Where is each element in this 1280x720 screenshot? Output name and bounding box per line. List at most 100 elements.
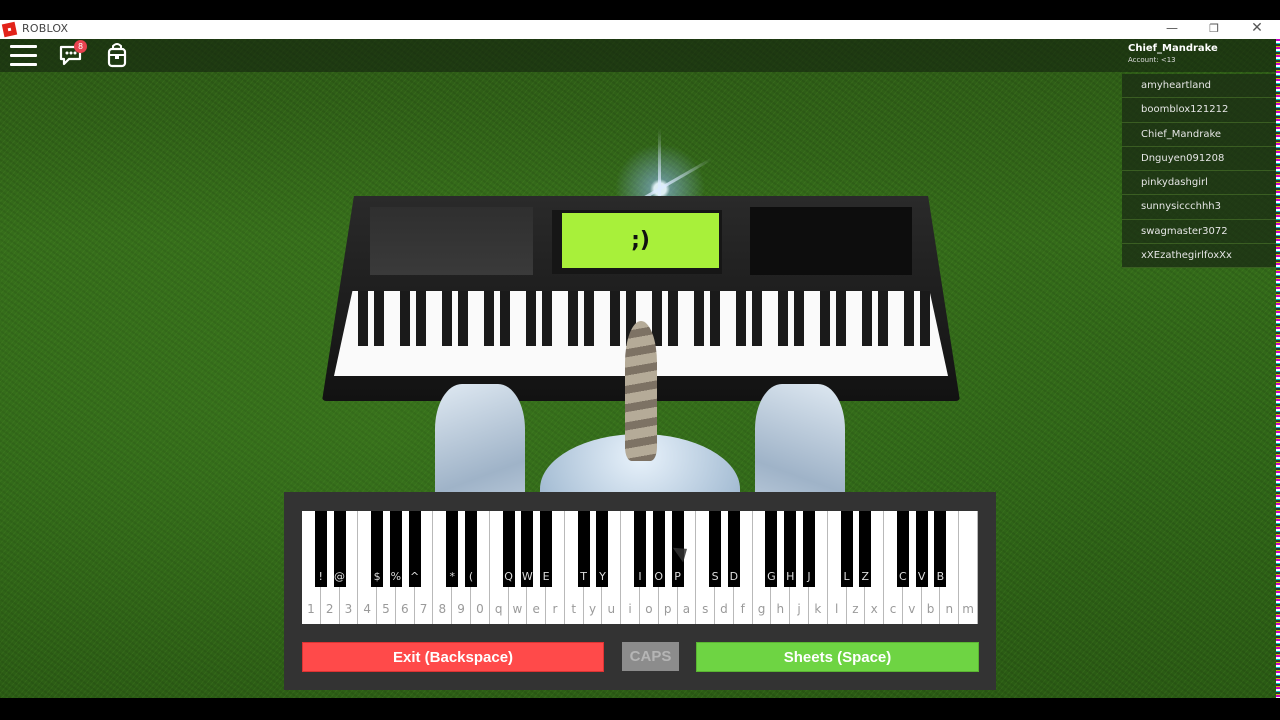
black-key[interactable]: Q — [502, 511, 515, 587]
player-list-item[interactable]: boomblox121212 — [1122, 98, 1276, 123]
black-key-label: O — [654, 570, 664, 583]
white-key-label: 9 — [457, 602, 465, 616]
white-key-label: 1 — [307, 602, 315, 616]
black-key[interactable]: $ — [371, 511, 384, 587]
white-key-label: k — [814, 602, 822, 616]
player-list-item[interactable]: pinkydashgirl — [1122, 171, 1276, 196]
player-name: sunnysiccchhh3 — [1141, 201, 1221, 213]
player-list-item[interactable]: swagmaster3072 — [1122, 219, 1276, 245]
black-key-label: S — [711, 570, 719, 583]
player-name: amyheartland — [1141, 80, 1212, 91]
hamburger-menu-icon[interactable] — [10, 45, 37, 66]
close-button[interactable]: ✕ — [1235, 20, 1279, 39]
black-key[interactable]: B — [934, 511, 947, 587]
player-list-item[interactable]: sunnysiccchhh3 — [1122, 195, 1276, 220]
black-key[interactable]: C — [896, 511, 909, 587]
black-key[interactable]: Z — [859, 511, 872, 587]
white-key-label: n — [945, 602, 954, 616]
white-key-label: 6 — [400, 602, 409, 616]
white-key-label: e — [532, 602, 540, 616]
backpack-icon[interactable] — [107, 42, 127, 68]
avatar-horn — [625, 321, 657, 461]
piano-panel-left — [370, 207, 533, 275]
minimize-button[interactable]: — — [1150, 20, 1194, 39]
black-key[interactable]: ^ — [408, 511, 421, 587]
white-key-label: v — [908, 602, 916, 616]
white-key-label: t — [571, 602, 577, 616]
black-key-label: % — [390, 570, 402, 583]
maximize-button[interactable]: ❐ — [1192, 20, 1236, 39]
player-name: Dnguyen091208 — [1141, 152, 1225, 164]
black-key-label: P — [674, 570, 681, 583]
black-key[interactable]: ! — [314, 511, 327, 587]
black-key[interactable]: D — [727, 511, 740, 587]
black-key[interactable]: O — [652, 511, 665, 587]
black-key[interactable]: E — [540, 511, 553, 587]
white-key-label: r — [552, 602, 558, 616]
player-list-item[interactable]: amyheartland — [1122, 74, 1276, 99]
black-key[interactable]: W — [521, 511, 534, 587]
white-key-label: z — [852, 602, 859, 616]
white-key-label: j — [797, 602, 801, 616]
piano-display: ;) — [562, 213, 719, 268]
black-key[interactable]: V — [915, 511, 928, 587]
piano-panel-right — [750, 207, 912, 275]
exit-button[interactable]: Exit (Backspace) — [302, 642, 604, 672]
player-list-item[interactable]: xXEzathegirlfoxXx — [1122, 244, 1276, 269]
player-list-item[interactable]: Dnguyen091208 — [1122, 146, 1276, 172]
black-key-label: J — [807, 570, 811, 583]
black-key-label: I — [638, 570, 642, 583]
player-name: swagmaster3072 — [1141, 225, 1228, 237]
screen-artifact — [1276, 39, 1280, 698]
black-key[interactable]: J — [803, 511, 815, 587]
black-key[interactable]: ( — [465, 511, 477, 587]
white-key-label: d — [720, 602, 728, 616]
white-key-label: 0 — [476, 602, 484, 616]
player-name: xXEzathegirlfoxXx — [1141, 250, 1232, 262]
black-key-label: Y — [599, 570, 606, 583]
chat-notification-badge: 8 — [74, 40, 87, 53]
white-key-label: h — [776, 602, 785, 616]
game-viewport[interactable]: ;) 8 Chief_Mandrake Account: <13 amyhear… — [0, 39, 1276, 698]
player-list-item[interactable]: Chief_Mandrake — [1122, 122, 1276, 147]
white-key-label: u — [607, 602, 616, 616]
black-key-label: ^ — [410, 570, 420, 583]
white-key-label: 3 — [344, 602, 353, 616]
white-key-label: g — [757, 602, 766, 616]
black-key-label: T — [580, 570, 588, 583]
black-key-label: V — [917, 570, 926, 583]
black-key-label: Z — [861, 570, 870, 583]
white-key-label: x — [870, 602, 878, 616]
black-key-label: B — [936, 570, 945, 583]
black-key[interactable]: Y — [596, 511, 609, 587]
white-key-label: 7 — [419, 602, 428, 616]
black-key[interactable]: I — [634, 511, 646, 587]
white-key-label: 8 — [438, 602, 447, 616]
black-key[interactable]: @ — [333, 511, 346, 587]
black-key-label: ! — [318, 570, 323, 583]
white-key-label: s — [702, 602, 709, 616]
black-key[interactable]: L — [840, 511, 853, 587]
black-key-label: D — [729, 570, 739, 583]
black-key[interactable]: G — [765, 511, 778, 587]
black-key[interactable]: * — [446, 511, 459, 587]
white-key-label: a — [682, 602, 691, 616]
black-key-label: L — [843, 570, 850, 583]
caps-button[interactable]: CAPS — [622, 642, 679, 671]
sheets-button[interactable]: Sheets (Space) — [696, 642, 979, 672]
player-name: pinkydashgirl — [1141, 177, 1208, 189]
black-key[interactable]: H — [784, 511, 797, 587]
player-list: amyheartland boomblox121212 Chief_Mandra… — [1122, 74, 1276, 269]
top-bar: 8 Chief_Mandrake Account: <13 — [0, 39, 1276, 72]
white-key[interactable]: m — [959, 511, 978, 624]
white-key-label: 2 — [325, 602, 334, 616]
white-key-label: c — [889, 602, 897, 616]
black-key[interactable]: S — [709, 511, 722, 587]
white-key-label: p — [663, 602, 672, 616]
local-player-header: Chief_Mandrake Account: <13 — [1122, 39, 1276, 69]
black-key-label: $ — [373, 570, 381, 583]
black-key-label: @ — [334, 570, 346, 583]
black-key[interactable]: T — [577, 511, 590, 587]
black-key[interactable]: % — [389, 511, 402, 587]
window-title: ROBLOX — [22, 22, 69, 35]
